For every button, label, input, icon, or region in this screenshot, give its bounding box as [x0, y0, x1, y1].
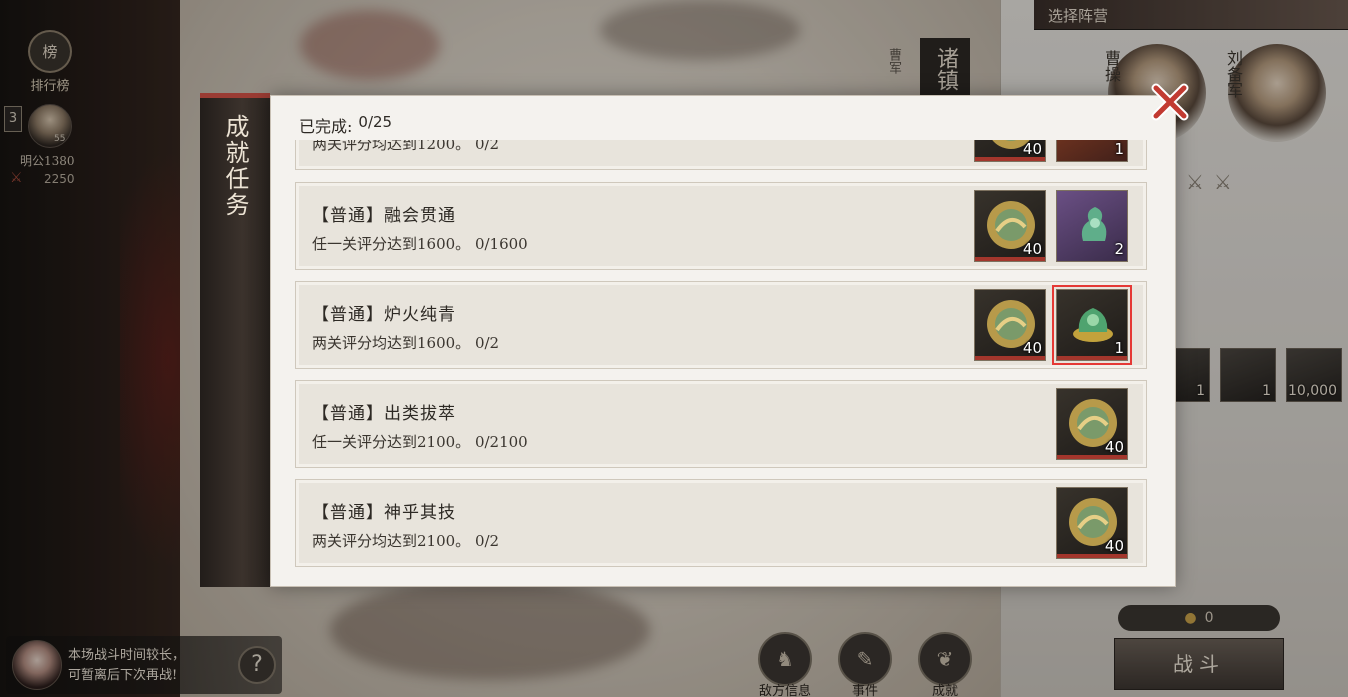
task-desc: 两关评分均达到1600。 0/2	[312, 334, 500, 352]
reward-item-highlighted[interactable]: 1	[1052, 285, 1132, 365]
progress-label: 已完成:	[299, 117, 353, 136]
reward-count: 40	[1022, 339, 1042, 357]
orange-item-icon	[1065, 140, 1121, 153]
reward-item[interactable]: 1	[1056, 140, 1128, 162]
reward-count: 40	[1022, 240, 1042, 258]
task-list[interactable]: 两关评分均达到1200。 0/2 40 1 【普通】融会贯通 任一关评分达到16…	[295, 140, 1147, 574]
reward-item[interactable]: 2	[1056, 190, 1128, 262]
reward-count: 1	[1114, 140, 1124, 158]
task-card: 两关评分均达到1200。 0/2 40 1	[295, 140, 1147, 170]
task-card: 【普通】炉火纯青 两关评分均达到1600。 0/2 40 1	[295, 281, 1147, 369]
completion-progress: 已完成: 0/25	[299, 113, 392, 137]
jade-treasure-icon	[1073, 308, 1113, 342]
achievement-tab-label: 成就任务	[221, 114, 249, 218]
reward-count: 40	[1104, 537, 1124, 555]
reward-count: 1	[1114, 339, 1124, 357]
task-desc: 任一关评分达到2100。 0/2100	[312, 433, 528, 451]
reward-count: 40	[1022, 140, 1042, 158]
task-card: 【普通】出类拔萃 任一关评分达到2100。 0/2100 40	[295, 380, 1147, 468]
task-title: 【普通】出类拔萃	[312, 404, 456, 424]
task-title: 【普通】神乎其技	[312, 503, 456, 523]
reward-item[interactable]: 40	[1056, 388, 1128, 460]
close-x-icon	[1151, 83, 1189, 121]
task-desc: 两关评分均达到1200。 0/2	[312, 140, 500, 153]
reward-item[interactable]: 40	[1056, 487, 1128, 559]
reward-item[interactable]: 40	[974, 289, 1046, 361]
task-desc: 两关评分均达到2100。 0/2	[312, 532, 500, 550]
progress-value: 0/25	[358, 113, 393, 131]
task-card: 【普通】神乎其技 两关评分均达到2100。 0/2 40	[295, 479, 1147, 567]
reward-item[interactable]: 40	[974, 190, 1046, 262]
task-desc: 任一关评分达到1600。 0/1600	[312, 235, 528, 253]
task-title: 【普通】融会贯通	[312, 206, 456, 226]
reward-count: 40	[1104, 438, 1124, 456]
achievement-dialog: 已完成: 0/25 两关评分均达到1200。 0/2 40 1 【普通】融会贯通…	[270, 95, 1176, 587]
achievement-tab[interactable]: 成就任务	[200, 93, 270, 587]
reward-count: 2	[1114, 240, 1124, 258]
task-card: 【普通】融会贯通 任一关评分达到1600。 0/1600 40 2	[295, 182, 1147, 270]
task-title: 【普通】炉火纯青	[312, 305, 456, 325]
reward-item[interactable]: 40	[974, 140, 1046, 162]
jade-sculpture-icon	[1081, 207, 1107, 241]
close-button[interactable]	[1146, 78, 1194, 126]
